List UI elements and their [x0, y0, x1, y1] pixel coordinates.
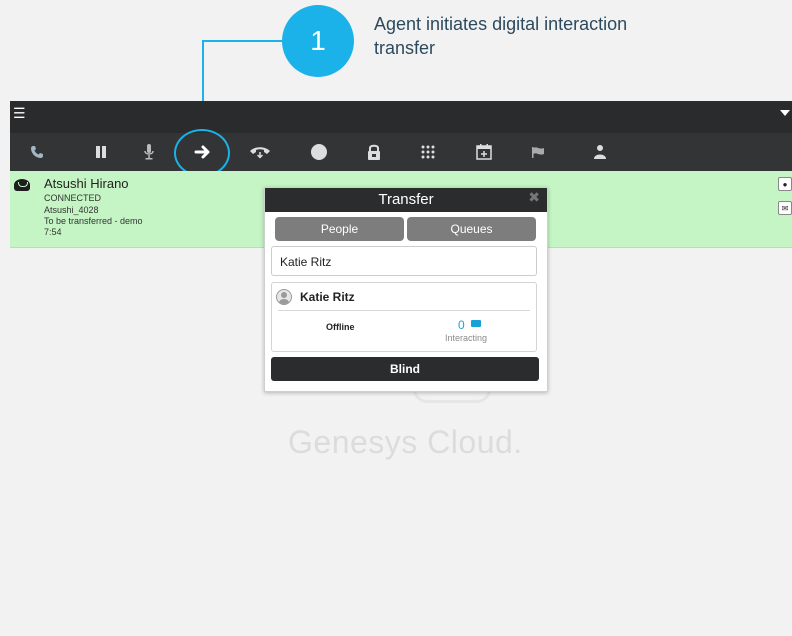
- genesys-cloud-watermark: Genesys Cloud.: [288, 424, 523, 460]
- contact-details-icon[interactable]: ●: [778, 177, 792, 191]
- result-name: Katie Ritz: [300, 290, 355, 304]
- interacting-count: 0: [458, 318, 465, 332]
- tab-queues[interactable]: Queues: [407, 217, 536, 241]
- close-icon[interactable]: ✖: [528, 185, 540, 209]
- blind-transfer-button[interactable]: Blind: [271, 357, 539, 381]
- callout-number-badge: 1: [282, 5, 354, 77]
- user-icon[interactable]: [587, 133, 613, 171]
- record-icon[interactable]: [306, 133, 332, 171]
- interacting-label: Interacting: [445, 333, 488, 343]
- contact-name: Atsushi Hirano: [44, 176, 129, 191]
- call-controls-toolbar: [10, 133, 792, 171]
- hamburger-icon[interactable]: ☰: [13, 105, 26, 122]
- transfer-dialog-header: Transfer ✖: [265, 188, 547, 212]
- top-menu-bar: ☰: [10, 101, 792, 133]
- interaction-status: CONNECTED: [44, 193, 102, 203]
- microphone-icon[interactable]: [136, 133, 162, 171]
- pause-icon[interactable]: [88, 133, 114, 171]
- transfer-dialog-title: Transfer: [378, 191, 434, 208]
- presence-status: Offline: [326, 322, 355, 332]
- callout-line-horizontal: [202, 40, 284, 42]
- transfer-search-input[interactable]: Katie Ritz: [271, 246, 537, 276]
- transfer-dialog: Transfer ✖ People Queues Katie Ritz Kati…: [264, 187, 548, 392]
- email-interaction-icon: [14, 179, 30, 191]
- interaction-duration: 7:54: [44, 227, 62, 237]
- email-icon[interactable]: ✉: [778, 201, 792, 215]
- phone-icon[interactable]: [24, 133, 50, 171]
- lock-icon[interactable]: [361, 133, 387, 171]
- tab-people[interactable]: People: [275, 217, 404, 241]
- keypad-icon[interactable]: [415, 133, 441, 171]
- mail-icon: [471, 320, 481, 327]
- caret-down-icon[interactable]: [780, 110, 790, 116]
- hangup-icon[interactable]: [247, 133, 273, 171]
- callout-highlight-ring: [174, 129, 230, 177]
- flag-icon[interactable]: [525, 133, 551, 171]
- schedule-icon[interactable]: [471, 133, 497, 171]
- callout-text: Agent initiates digital interaction tran…: [374, 14, 628, 58]
- avatar: [276, 289, 292, 305]
- search-result-card[interactable]: Katie Ritz Offline 0 Interacting: [271, 282, 537, 352]
- contact-handle: Atsushi_4028: [44, 205, 99, 215]
- result-divider: [278, 310, 530, 311]
- interaction-subject: To be transferred - demo: [44, 216, 143, 226]
